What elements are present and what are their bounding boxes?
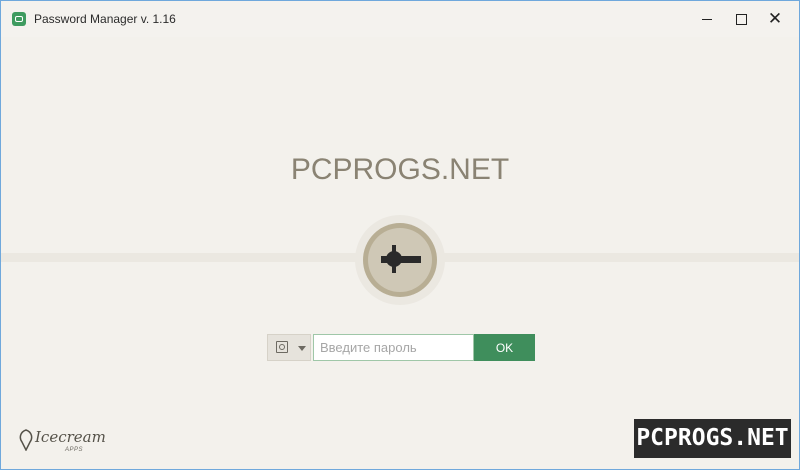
title-bar[interactable]: Password Manager v. 1.16 ✕	[1, 1, 799, 37]
storage-type-dropdown[interactable]	[267, 334, 311, 361]
logo-subtext: APPS	[65, 447, 84, 453]
maximize-icon	[735, 13, 747, 25]
icecream-apps-logo: Icecream APPS	[17, 427, 107, 459]
brand-title: PCPROGS.NET	[290, 153, 510, 186]
password-input[interactable]	[313, 334, 474, 361]
app-window: Password Manager v. 1.16 ✕ PCPROGS.NET O…	[0, 0, 800, 470]
close-icon: ✕	[767, 8, 783, 29]
minimize-icon	[702, 18, 712, 20]
chevron-down-icon	[298, 346, 306, 351]
window-title: Password Manager v. 1.16	[34, 12, 176, 26]
safe-icon	[276, 341, 288, 353]
icecream-logo-icon	[19, 429, 33, 451]
lock-key-icon	[381, 245, 421, 273]
app-icon	[12, 12, 26, 26]
watermark-badge: PCPROGS.NET	[634, 419, 791, 458]
ok-button[interactable]: OK	[474, 334, 535, 361]
close-button[interactable]: ✕	[752, 1, 798, 37]
logo-text: Icecream	[35, 428, 106, 446]
